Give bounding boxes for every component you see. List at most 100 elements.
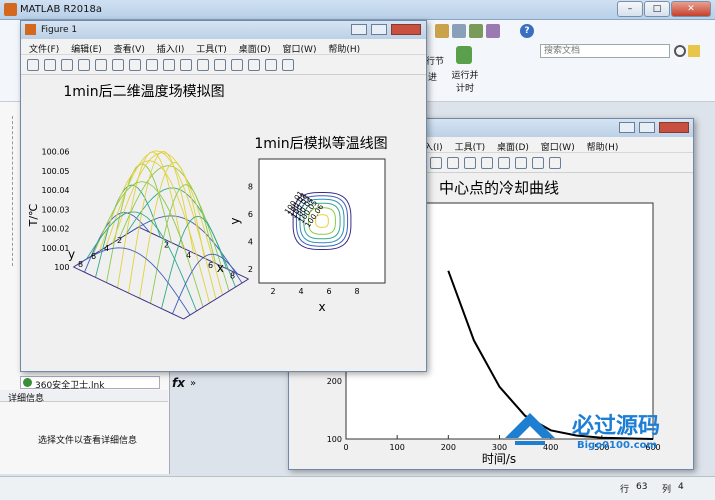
figure1-close-button[interactable] [391, 24, 421, 35]
menu-view[interactable]: 查看(V) [114, 42, 145, 55]
contour-ylabel: y [228, 217, 242, 224]
surface-y-tick: 2 [117, 236, 122, 245]
colorbar-icon[interactable] [231, 59, 243, 71]
quick-icon-4[interactable] [486, 24, 500, 38]
quick-icon-3[interactable] [469, 24, 483, 38]
print-icon[interactable] [78, 59, 90, 71]
figure2-minimize-button[interactable] [619, 122, 635, 133]
surface-meshline [128, 150, 194, 294]
watermark-url: Bigo0100.com [577, 440, 657, 451]
surface-z-tick: 100.03 [42, 205, 70, 214]
figure1-title: Figure 1 [41, 25, 78, 35]
figure1-minimize-button[interactable] [351, 24, 367, 35]
fx-icon[interactable]: fx [172, 376, 185, 390]
figure2-close-button[interactable] [659, 122, 689, 133]
cooling-y-tick: 100 [327, 435, 342, 444]
fig2-menu-help[interactable]: 帮助(H) [587, 140, 619, 153]
surface-meshline [139, 161, 205, 299]
file-entry-row[interactable]: 360安全卫士.lnk [20, 376, 160, 391]
surface-meshline [112, 152, 223, 296]
menu-file[interactable]: 文件(F) [29, 42, 59, 55]
dock-icon[interactable] [282, 59, 294, 71]
cooling-xlabel: 时间/s [482, 452, 516, 466]
open-icon[interactable] [44, 59, 56, 71]
figure-logo-icon [25, 24, 36, 35]
figure2-maximize-button[interactable] [639, 122, 655, 133]
watermark-text: 必过源码 [572, 414, 661, 439]
search-icon[interactable] [674, 45, 686, 57]
status-col: 4 [678, 482, 684, 492]
ribbon-label-run-timer[interactable]: 运行并 计时 [450, 68, 480, 94]
new-icon[interactable] [27, 59, 39, 71]
surface-meshline [73, 266, 184, 320]
menu-desktop[interactable]: 桌面(D) [239, 42, 271, 55]
fig2-menu-tools[interactable]: 工具(T) [455, 140, 486, 153]
dock-icon[interactable] [549, 157, 561, 169]
save-icon[interactable] [61, 59, 73, 71]
surface-meshline [79, 247, 191, 316]
menu-tools[interactable]: 工具(T) [196, 42, 227, 55]
shortcut-icon [23, 378, 32, 387]
quick-icon-2[interactable] [452, 24, 466, 38]
contour-y-tick: 8 [248, 183, 253, 192]
colorbar-icon[interactable] [498, 157, 510, 169]
maximize-button[interactable]: □ [644, 1, 670, 17]
surface-plot: 100 100.01 100.02 100.03 100.04 100.05 100.06 2… [27, 148, 250, 320]
quick-icon-1[interactable] [435, 24, 449, 38]
fig2-menu-desktop[interactable]: 桌面(D) [497, 140, 529, 153]
figure1-window[interactable]: Figure 1 文件(F) 编辑(E) 查看(V) 插入(I) 工具(T) 桌… [20, 20, 427, 372]
figure1-canvas: 1min后二维温度场模拟图 100 100.01 100.02 100.03 100.0… [27, 84, 388, 320]
menu-insert[interactable]: 插入(I) [157, 42, 185, 55]
pointer-icon[interactable] [95, 59, 107, 71]
run-time-icon[interactable] [456, 46, 472, 64]
legend-icon[interactable] [515, 157, 527, 169]
help-icon[interactable]: ? [520, 24, 534, 38]
surface-xlabel: x [217, 261, 224, 275]
surface-y-tick: 6 [91, 252, 96, 261]
notification-icon[interactable] [688, 45, 700, 57]
surface-x-tick: 2 [164, 240, 169, 249]
cooling-title: 中心点的冷却曲线 [439, 179, 559, 197]
contour-y-tick: 2 [248, 265, 253, 274]
pan-icon[interactable] [146, 59, 158, 71]
hide-tools-icon[interactable] [265, 59, 277, 71]
menu-edit[interactable]: 编辑(E) [71, 42, 102, 55]
surface-meshline [183, 278, 249, 320]
menu-help[interactable]: 帮助(H) [328, 42, 360, 55]
figure1-menubar: 文件(F) 编辑(E) 查看(V) 插入(I) 工具(T) 桌面(D) 窗口(W… [21, 39, 426, 55]
zoom-in-icon[interactable] [112, 59, 124, 71]
details-header[interactable]: 详细信息 [0, 390, 168, 404]
contour-xlabel: x [318, 300, 325, 314]
figure1-maximize-button[interactable] [371, 24, 387, 35]
rotate-icon[interactable] [430, 157, 442, 169]
surface-z-tick: 100.06 [42, 148, 70, 157]
legend-icon[interactable] [248, 59, 260, 71]
ribbon-label-advance[interactable]: 进 [428, 70, 437, 83]
surface-title: 1min后二维温度场模拟图 [63, 84, 224, 100]
search-input[interactable]: 搜索文档 [540, 44, 670, 58]
surface-y-tick: 8 [78, 260, 83, 269]
minimize-button[interactable]: – [617, 1, 643, 17]
main-title-bar: MATLAB R2018a – □ ✕ [0, 0, 715, 20]
link-icon[interactable] [214, 59, 226, 71]
contour-y-tick: 4 [248, 238, 253, 247]
menu-window[interactable]: 窗口(W) [283, 42, 317, 55]
status-row: 63 [636, 482, 648, 492]
close-button[interactable]: ✕ [671, 1, 711, 17]
surface-z-tick: 100 [54, 263, 69, 272]
datacursor-icon[interactable] [180, 59, 192, 71]
fig2-menu-window[interactable]: 窗口(W) [541, 140, 575, 153]
brush-icon[interactable] [464, 157, 476, 169]
print-icon[interactable] [481, 157, 493, 169]
ribbon-label-section[interactable]: 行节 [426, 54, 444, 67]
hide-tools-icon[interactable] [532, 157, 544, 169]
surface-meshline [105, 150, 217, 300]
rotate-icon[interactable] [163, 59, 175, 71]
zoom-out-icon[interactable] [129, 59, 141, 71]
brush-icon[interactable] [197, 59, 209, 71]
datacursor-icon[interactable] [447, 157, 459, 169]
matlab-logo-icon [4, 3, 17, 16]
surface-x-tick: 6 [208, 261, 213, 270]
command-expand-icon[interactable]: » [190, 378, 196, 389]
surface-z-tick: 100.04 [42, 186, 70, 195]
